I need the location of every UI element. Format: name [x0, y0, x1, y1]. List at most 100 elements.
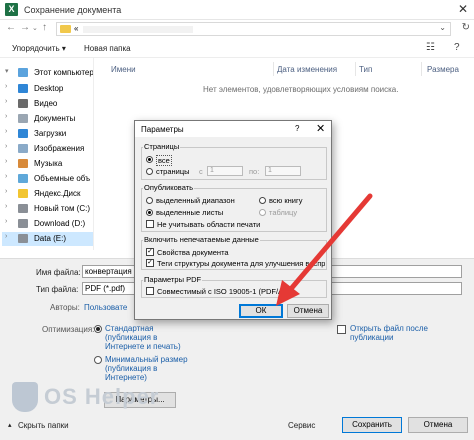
structure-tags-label[interactable]: Теги структуры документа для улучшения в…: [157, 259, 325, 268]
window-title: Сохранение документа: [24, 5, 122, 15]
sidebar-item-yandex-disk[interactable]: › Яндекс.Диск: [2, 187, 93, 201]
back-arrow-icon[interactable]: ←: [6, 22, 16, 33]
hide-folders-chevron-icon[interactable]: ▴: [8, 421, 12, 429]
excel-app-icon: X: [5, 3, 18, 16]
iso-compliant-checkbox[interactable]: [146, 287, 154, 295]
opt-standard-radio[interactable]: [94, 325, 102, 333]
cancel-button[interactable]: Отмена: [408, 417, 468, 433]
view-options-icon[interactable]: ☷: [426, 42, 435, 53]
sidebar-item-pictures[interactable]: › Изображения: [2, 142, 93, 156]
publish-sheets-label[interactable]: выделенные листы: [156, 208, 223, 217]
help-icon[interactable]: ?: [454, 42, 460, 53]
doc-properties-label[interactable]: Свойства документа: [157, 248, 229, 257]
expand-arrow-icon[interactable]: ›: [5, 218, 7, 225]
sidebar-item-label: Data (E:): [34, 234, 67, 243]
sidebar-item-desktop[interactable]: › Desktop: [2, 82, 93, 96]
expand-arrow-icon[interactable]: ›: [5, 173, 7, 180]
pages-range-radio[interactable]: [146, 168, 153, 175]
3d-objects-folder-icon: [18, 174, 28, 183]
pages-to-label: по:: [249, 167, 260, 176]
pages-to-stepper[interactable]: 1: [265, 166, 301, 176]
structure-tags-checkbox[interactable]: ✓: [146, 259, 154, 267]
column-header-type[interactable]: Тип: [359, 65, 372, 74]
music-folder-icon: [18, 159, 28, 168]
organize-button[interactable]: Упорядочить ▾: [12, 44, 66, 53]
forward-arrow-icon[interactable]: →: [20, 22, 30, 33]
expand-arrow-icon[interactable]: ›: [5, 188, 7, 195]
open-after-checkbox[interactable]: [337, 325, 346, 334]
sidebar-item-drive-d[interactable]: › Download (D:): [2, 217, 93, 231]
navigation-pane: ▾ Этот компьютер › Desktop › Видео › Док…: [0, 58, 94, 250]
address-bar: ← → ⌄ ↑ « ⌄ ↻: [0, 20, 474, 38]
help-icon[interactable]: ?: [295, 124, 299, 133]
sidebar-item-label: Музыка: [34, 159, 63, 168]
path-prefix: «: [74, 24, 79, 33]
sidebar-item-3d-objects[interactable]: › Объемные объ: [2, 172, 93, 186]
expand-arrow-icon[interactable]: ›: [5, 143, 7, 150]
pages-all-radio[interactable]: [146, 156, 153, 163]
publish-whole-book-label[interactable]: всю книгу: [269, 196, 302, 205]
publish-selection-label[interactable]: выделенный диапазон: [156, 196, 235, 205]
yandex-disk-icon: [18, 189, 28, 198]
sidebar-item-downloads[interactable]: › Загрузки: [2, 127, 93, 141]
hide-folders-link[interactable]: Скрыть папки: [18, 421, 69, 430]
close-icon[interactable]: ✕: [458, 2, 468, 16]
expand-arrow-icon[interactable]: ›: [5, 203, 7, 210]
sidebar-item-label: Desktop: [34, 84, 64, 93]
expand-arrow-icon[interactable]: ›: [5, 233, 7, 240]
service-menu[interactable]: Сервис: [288, 421, 315, 430]
sidebar-item-music[interactable]: › Музыка: [2, 157, 93, 171]
publish-selection-radio[interactable]: [146, 197, 153, 204]
ok-button[interactable]: ОК: [239, 304, 283, 318]
refresh-icon[interactable]: ↻: [462, 22, 470, 33]
column-divider[interactable]: [421, 62, 422, 76]
authors-value[interactable]: Пользовате: [84, 303, 127, 312]
iso-compliant-label[interactable]: Совместимый с ISO 19005-1 (PDF/A): [157, 287, 286, 296]
sidebar-item-video[interactable]: › Видео: [2, 97, 93, 111]
publish-sheets-radio[interactable]: [146, 209, 153, 216]
dialog-cancel-button[interactable]: Отмена: [287, 304, 329, 318]
pages-all-label[interactable]: все: [156, 155, 172, 166]
open-after-label[interactable]: Открыть файл после публикации: [350, 324, 450, 342]
sidebar-item-drive-e[interactable]: › Data (E:): [2, 232, 93, 246]
sidebar-item-drive-c[interactable]: › Новый том (C:): [2, 202, 93, 216]
pictures-folder-icon: [18, 144, 28, 153]
ignore-print-areas-label[interactable]: Не учитывать области печати: [157, 220, 260, 229]
expand-arrow-icon[interactable]: ›: [5, 83, 7, 90]
save-button[interactable]: Сохранить: [342, 417, 402, 433]
pages-range-label[interactable]: страницы: [156, 167, 190, 176]
publish-whole-book-radio[interactable]: [259, 197, 266, 204]
sidebar-item-documents[interactable]: › Документы: [2, 112, 93, 126]
publish-table-radio[interactable]: [259, 209, 266, 216]
opt-minimal-radio[interactable]: [94, 356, 102, 364]
sidebar-item-label: Изображения: [34, 144, 85, 153]
opt-minimal-label[interactable]: Минимальный размер (публикация в Интерне…: [105, 355, 195, 382]
documents-folder-icon: [18, 114, 28, 123]
chevron-down-icon[interactable]: ⌄: [439, 23, 446, 32]
up-arrow-icon[interactable]: ↑: [42, 22, 47, 33]
expand-arrow-icon[interactable]: ▾: [5, 67, 9, 75]
sidebar-item-this-pc[interactable]: ▾ Этот компьютер: [2, 66, 93, 80]
expand-arrow-icon[interactable]: ›: [5, 128, 7, 135]
column-divider[interactable]: [355, 62, 356, 76]
opt-standard-label[interactable]: Стандартная (публикация в Интернете и пе…: [105, 324, 195, 351]
optimization-label: Оптимизация:: [42, 325, 95, 334]
pages-from-stepper[interactable]: 1: [207, 166, 243, 176]
column-header-size[interactable]: Размера: [427, 65, 459, 74]
column-divider[interactable]: [273, 62, 274, 76]
expand-arrow-icon[interactable]: ›: [5, 113, 7, 120]
column-header-name[interactable]: Имени: [111, 65, 136, 74]
pdf-options-group-title: Параметры PDF: [143, 275, 203, 284]
close-icon[interactable]: ✕: [316, 122, 325, 135]
recent-chevron-icon[interactable]: ⌄: [32, 24, 38, 32]
path-input[interactable]: « ⌄: [56, 22, 451, 36]
ignore-print-areas-checkbox[interactable]: [146, 220, 154, 228]
publish-group-title: Опубликовать: [143, 183, 195, 192]
column-header-date[interactable]: Дата изменения: [277, 65, 337, 74]
doc-properties-checkbox[interactable]: ✓: [146, 248, 154, 256]
sidebar-item-label: Объемные объ: [34, 174, 91, 183]
expand-arrow-icon[interactable]: ›: [5, 158, 7, 165]
window-titlebar: X Сохранение документа ✕: [0, 0, 474, 20]
expand-arrow-icon[interactable]: ›: [5, 98, 7, 105]
new-folder-button[interactable]: Новая папка: [84, 44, 131, 53]
